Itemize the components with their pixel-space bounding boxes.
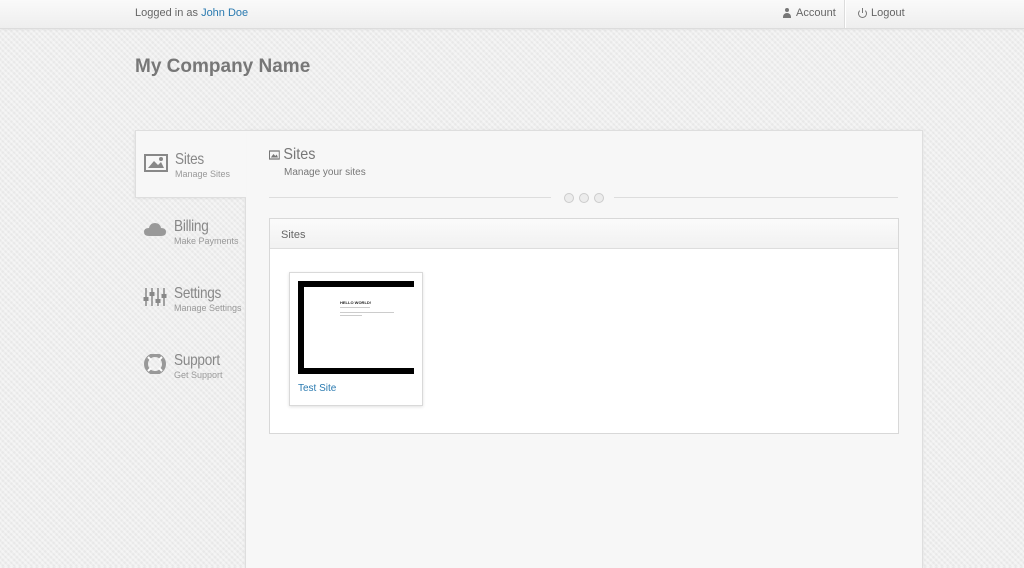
- lifebuoy-icon: [144, 354, 166, 374]
- sidebar-item-subtitle: Manage Settings: [174, 303, 242, 313]
- user-name-link[interactable]: John Doe: [201, 7, 248, 19]
- sidebar-item-subtitle: Get Support: [174, 370, 223, 380]
- sidebar-item-billing[interactable]: Billing Make Payments: [135, 198, 245, 264]
- thumbnail-line: [340, 315, 362, 316]
- site-name-link[interactable]: Test Site: [298, 383, 336, 394]
- divider-dot: [579, 193, 589, 203]
- user-icon: [782, 8, 792, 18]
- sites-box-header: Sites: [270, 219, 898, 249]
- logged-in-text: Logged in as John Doe: [135, 7, 248, 19]
- site-thumbnail[interactable]: HELLO WORLD!: [298, 281, 414, 374]
- cloud-icon: [144, 223, 166, 236]
- sites-box-title: Sites: [281, 229, 306, 241]
- page-subtitle: Manage your sites: [284, 167, 366, 178]
- sidebar-item-title: Sites: [175, 151, 204, 168]
- account-link[interactable]: Account: [782, 7, 836, 19]
- image-icon: [144, 154, 168, 172]
- sidebar-item-title: Support: [174, 352, 220, 369]
- nav-divider: [844, 0, 845, 28]
- sidebar-item-subtitle: Make Payments: [174, 236, 239, 246]
- divider-dot: [594, 193, 604, 203]
- sidebar-item-support[interactable]: Support Get Support: [135, 332, 245, 398]
- power-icon: [858, 7, 867, 18]
- company-name: My Company Name: [135, 56, 311, 77]
- image-icon: [269, 150, 280, 160]
- sidebar-item-title: Settings: [174, 285, 222, 302]
- thumbnail-heading: HELLO WORLD!: [340, 300, 372, 305]
- sidebar-item-sites[interactable]: Sites Manage Sites: [135, 130, 246, 198]
- account-label: Account: [796, 7, 836, 19]
- sidebar-item-title: Billing: [174, 218, 209, 235]
- logout-link[interactable]: Logout: [858, 7, 905, 19]
- sidebar-item-subtitle: Manage Sites: [175, 169, 231, 179]
- sliders-icon: [143, 288, 167, 306]
- thumbnail-line: [340, 307, 370, 308]
- divider: [269, 197, 551, 198]
- divider-dot: [564, 193, 574, 203]
- top-bar: Logged in as John Doe Account Logout: [0, 0, 1024, 29]
- page-title: Sites: [269, 146, 315, 164]
- divider: [614, 197, 898, 198]
- page-title-text: Sites: [283, 146, 316, 163]
- site-card[interactable]: HELLO WORLD! Test Site: [289, 272, 423, 406]
- thumbnail-line: [340, 312, 394, 313]
- logout-label: Logout: [871, 7, 905, 19]
- logged-in-prefix: Logged in as: [135, 7, 202, 19]
- sidebar-item-settings[interactable]: Settings Manage Settings: [135, 265, 245, 331]
